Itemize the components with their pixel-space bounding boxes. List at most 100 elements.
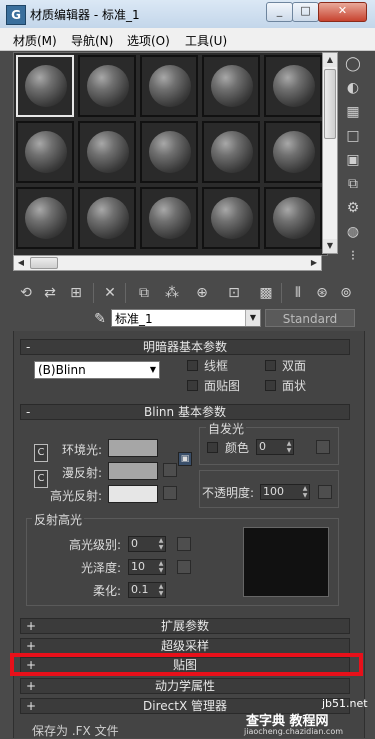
scroll-thumb[interactable] [30,257,58,269]
self-illumination-value: 0 [259,440,266,453]
backlight-icon[interactable]: ◐ [343,78,363,98]
material-sphere [211,131,253,173]
spinner-arrows-icon[interactable]: ▲ ▼ [157,560,165,574]
material-id-icon[interactable]: ⊡ [223,282,245,304]
make-preview-icon[interactable]: ⧉ [343,174,363,194]
minimize-button[interactable]: _ [266,2,293,22]
menu-navigation[interactable]: 导航(N) [71,32,113,49]
lock-icon[interactable]: ▣ [178,452,192,466]
menu-material[interactable]: 材质(M) [13,32,57,49]
make-unique-icon[interactable]: ⁂ [161,282,183,304]
sample-slot[interactable] [202,121,260,183]
specular-level-spinner[interactable]: 0 ▲ ▼ [128,536,166,552]
self-illumination-spinner[interactable]: 0 ▲ ▼ [256,439,294,455]
sample-slot[interactable] [78,55,136,117]
show-map-icon[interactable]: ▩ [255,282,277,304]
glossiness-spinner[interactable]: 10 ▲ ▼ [128,559,166,575]
sample-slot[interactable] [140,55,198,117]
sample-slot[interactable] [16,121,74,183]
background-icon[interactable]: ▦ [343,102,363,122]
menu-bar: 材质(M) 导航(N) 选项(O) 工具(U) [0,28,375,51]
put-to-scene-icon[interactable]: ⇄ [39,282,61,304]
rollout-blinn-basic[interactable]: - Blinn 基本参数 [20,404,350,420]
put-to-library-icon[interactable]: ⊕ [191,282,213,304]
video-check-icon[interactable]: ▣ [343,150,363,170]
specular-label: 高光反射: [50,489,103,503]
two-sided-checkbox[interactable] [265,360,276,371]
specular-color-swatch[interactable] [108,485,158,503]
color-lock-c-bottom[interactable]: C [34,470,48,488]
soften-spinner[interactable]: 0.1 ▲ ▼ [128,582,166,598]
sample-slot[interactable] [78,121,136,183]
close-button[interactable]: ✕ [318,2,367,22]
copy-material-icon[interactable]: ⧉ [133,282,155,304]
reset-map-icon[interactable]: ✕ [99,282,121,304]
save-fx-file-label[interactable]: 保存为 .FX 文件 [32,722,119,739]
spinner-arrows-icon[interactable]: ▲ ▼ [157,583,165,597]
self-illumination-map-button[interactable] [316,440,330,454]
rollout-supersampling[interactable]: + 超级采样 [20,638,350,654]
self-illumination-color-checkbox[interactable] [207,442,218,453]
rollout-extended-params[interactable]: + 扩展参数 [20,618,350,634]
specular-highlights-title: 反射高光 [32,511,85,528]
chevron-down-icon[interactable]: ▼ [245,310,260,326]
options-icon[interactable]: ⚙ [343,198,363,218]
color-lock-c-top[interactable]: C [34,444,48,462]
face-map-checkbox[interactable] [187,380,198,391]
rollout-title: 超级采样 [160,639,209,653]
sample-slot[interactable] [16,55,74,117]
sample-slot[interactable] [264,121,322,183]
sample-slot[interactable] [78,187,136,249]
get-material-icon[interactable]: ⟲ [15,282,37,304]
assign-to-selection-icon[interactable]: ⊞ [65,282,87,304]
sample-slot[interactable] [140,187,198,249]
menu-options[interactable]: 选项(O) [127,32,170,49]
faceted-checkbox[interactable] [265,380,276,391]
specular-map-button[interactable] [163,486,177,500]
material-name-dropdown[interactable]: 标准_1 ▼ [111,309,261,327]
sample-vertical-scrollbar[interactable]: ▲ ▼ [322,52,338,254]
sample-slot[interactable] [202,187,260,249]
go-to-parent-icon[interactable]: ⊛ [311,282,333,304]
eyedropper-icon[interactable]: ✎ [91,310,109,328]
spinner-arrows-icon[interactable]: ▲ ▼ [157,537,165,551]
scroll-down-icon[interactable]: ▼ [323,239,337,253]
rollout-title: DirectX 管理器 [143,699,227,713]
specular-level-map-button[interactable] [177,537,191,551]
ambient-color-swatch[interactable] [108,439,158,457]
sample-slot[interactable] [264,55,322,117]
rollout-shader-basic[interactable]: - 明暗器基本参数 [20,339,350,355]
scroll-up-icon[interactable]: ▲ [323,53,337,67]
ambient-label: 环境光: [62,443,103,457]
expand-icon: + [26,679,37,693]
maximize-button[interactable]: □ [292,2,319,22]
spinner-arrows-icon[interactable]: ▲ ▼ [301,485,309,499]
diffuse-color-swatch[interactable] [108,462,158,480]
shader-type-dropdown[interactable]: (B)Blinn ▼ [34,361,160,379]
menu-tools[interactable]: 工具(U) [185,32,227,49]
opacity-map-button[interactable] [318,485,332,499]
sample-slot[interactable] [202,55,260,117]
wire-checkbox[interactable] [187,360,198,371]
select-by-material-icon[interactable]: ◍ [343,222,363,242]
sample-slot[interactable] [140,121,198,183]
material-name-row: ✎ 标准_1 ▼ Standard [13,308,363,330]
scroll-left-icon[interactable]: ◀ [14,256,28,270]
diffuse-map-button[interactable] [163,463,177,477]
glossiness-map-button[interactable] [177,560,191,574]
scroll-thumb[interactable] [324,69,336,139]
sample-slot[interactable] [16,187,74,249]
spinner-arrows-icon[interactable]: ▲ ▼ [285,440,293,454]
material-type-button[interactable]: Standard [265,309,355,327]
go-forward-icon[interactable]: ⊚ [335,282,357,304]
scroll-right-icon[interactable]: ▶ [307,256,321,270]
sample-horizontal-scrollbar[interactable]: ◀ ▶ [13,255,322,271]
sample-slot[interactable] [264,187,322,249]
show-end-result-icon[interactable]: ⫴ [287,282,309,304]
rollout-dynamics[interactable]: + 动力学属性 [20,678,350,694]
sample-type-icon[interactable]: ◯ [343,54,363,74]
material-sphere [149,65,191,107]
map-navigator-icon[interactable]: ⁝ [343,246,363,266]
opacity-spinner[interactable]: 100 ▲ ▼ [260,484,310,500]
tiling-icon[interactable]: □ [343,126,363,146]
